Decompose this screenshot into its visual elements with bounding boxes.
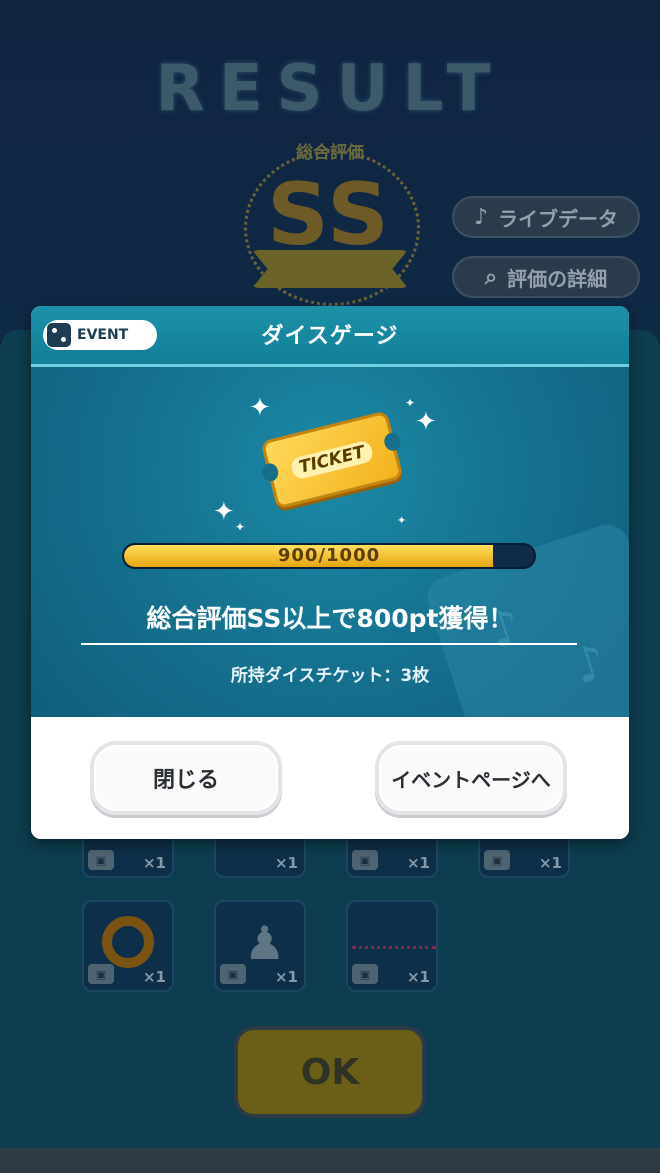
reward-qty: ×1	[406, 854, 430, 872]
sparkle-icon: ✦	[235, 520, 246, 534]
dice-gauge-dialog: EVENT ダイスゲージ ♪ ♪ ✦ ✦ ✦ ✦ ✦ ✦ TICKET 900/…	[31, 306, 629, 839]
reward-qty: ×1	[142, 968, 166, 986]
bonus-message: 総合評価SS以上で800pt獲得！	[146, 604, 514, 633]
dialog-body: ♪ ♪ ✦ ✦ ✦ ✦ ✦ ✦ TICKET 900/1000 総合評価SS以上…	[31, 367, 629, 717]
dialog-footer: 閉じる イベントページへ	[31, 717, 629, 839]
reward-qty: ×1	[538, 854, 562, 872]
reward-tile[interactable]: ▣ ×1	[82, 900, 174, 992]
ring-item-icon	[102, 916, 154, 968]
sparkle-icon: ✦	[249, 393, 271, 423]
ok-button[interactable]: OK	[234, 1026, 426, 1118]
singer-pose-icon: ♟	[244, 916, 286, 970]
lock-icon: ▣	[352, 964, 378, 984]
dialog-title: ダイスゲージ	[261, 324, 399, 349]
reward-qty: ×1	[274, 854, 298, 872]
reward-qty: ×1	[142, 854, 166, 872]
sparkle-icon: ✦	[397, 514, 407, 527]
sparkle-icon: ✦	[405, 396, 416, 410]
footer-bar	[0, 1148, 660, 1173]
reward-tile[interactable]: ♟ ▣ ×1	[214, 900, 306, 992]
reward-qty: ×1	[406, 968, 430, 986]
lock-icon: ▣	[88, 964, 114, 984]
live-data-button[interactable]: ♪ ライブデータ	[452, 196, 640, 238]
ticket-label: TICKET	[289, 439, 375, 481]
lock-icon: ▣	[352, 850, 378, 870]
lock-icon: ▣	[220, 964, 246, 984]
lock-icon: ▣	[484, 850, 510, 870]
result-title: RESULT	[155, 52, 505, 126]
dice-gauge-text: 900/1000	[277, 545, 381, 566]
reward-qty: ×1	[274, 968, 298, 986]
close-button[interactable]: 閉じる	[90, 741, 282, 815]
dice-gauge-bar: 900/1000	[122, 543, 536, 569]
overall-rank: SS	[266, 165, 391, 265]
lock-icon: ▣	[88, 850, 114, 870]
eval-details-button[interactable]: ⌕ 評価の詳細	[452, 256, 640, 298]
eval-details-label: 評価の詳細	[507, 266, 608, 291]
owned-ticket-count: 所持ダイスチケット：3枚	[230, 666, 430, 686]
bonus-underline	[81, 643, 577, 645]
dialog-header: EVENT ダイスゲージ	[31, 306, 629, 367]
event-page-button[interactable]: イベントページへ	[375, 741, 567, 815]
ticket-icon: TICKET	[260, 410, 404, 510]
reward-tile[interactable]: ▣ ×1	[346, 900, 438, 992]
sparkle-icon: ✦	[213, 497, 235, 527]
live-data-label: ライブデータ	[498, 206, 619, 231]
music-note-icon: ♪	[473, 204, 489, 230]
dotted-line-item-icon	[352, 946, 436, 949]
magnifier-icon: ⌕	[484, 264, 498, 290]
sparkle-icon: ✦	[415, 407, 437, 437]
